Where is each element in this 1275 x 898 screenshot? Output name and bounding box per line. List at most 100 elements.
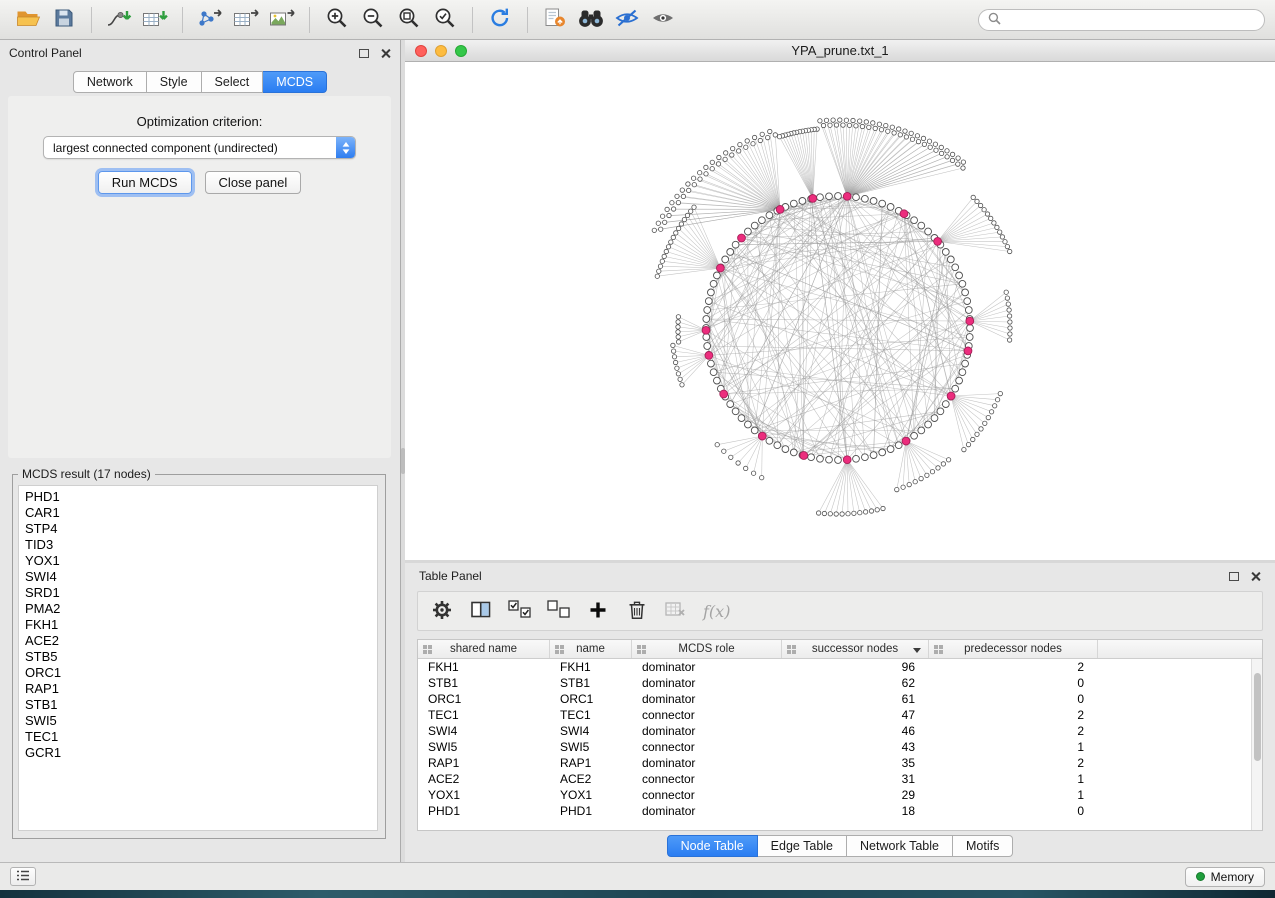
leaf-node[interactable] xyxy=(671,207,675,211)
leaf-node[interactable] xyxy=(760,132,764,136)
network-node[interactable] xyxy=(887,204,894,211)
network-window-titlebar[interactable]: YPA_prune.txt_1 xyxy=(405,40,1275,62)
network-node[interactable] xyxy=(710,369,717,376)
leaf-node[interactable] xyxy=(660,214,664,218)
zoom-in-button[interactable] xyxy=(319,4,355,36)
leaf-node[interactable] xyxy=(847,123,851,127)
network-node[interactable] xyxy=(959,280,966,287)
leaf-node[interactable] xyxy=(897,127,901,131)
leaf-node[interactable] xyxy=(658,264,662,268)
mcds-hub-node[interactable] xyxy=(947,392,955,400)
network-node[interactable] xyxy=(952,264,959,271)
network-node[interactable] xyxy=(870,452,877,459)
leaf-node[interactable] xyxy=(670,201,674,205)
leaf-node[interactable] xyxy=(890,125,894,129)
leaf-node[interactable] xyxy=(916,139,920,143)
leaf-node[interactable] xyxy=(934,148,938,152)
leaf-node[interactable] xyxy=(676,200,680,204)
mcds-hub-node[interactable] xyxy=(902,437,910,445)
leaf-node[interactable] xyxy=(768,129,772,133)
leaf-node[interactable] xyxy=(901,485,905,489)
leaf-node[interactable] xyxy=(752,135,756,139)
mcds-hub-node[interactable] xyxy=(800,452,808,460)
annotation-button[interactable] xyxy=(537,4,573,36)
leaf-node[interactable] xyxy=(689,209,693,213)
table-row[interactable]: STB1STB1dominator620 xyxy=(418,675,1262,691)
leaf-node[interactable] xyxy=(1007,314,1011,318)
network-node[interactable] xyxy=(704,343,711,350)
leaf-node[interactable] xyxy=(966,442,970,446)
leaf-node[interactable] xyxy=(945,155,949,159)
leaf-node[interactable] xyxy=(731,146,735,150)
import-table-button[interactable] xyxy=(137,4,173,36)
network-node[interactable] xyxy=(962,289,969,296)
sort-chevron-icon[interactable] xyxy=(913,648,921,653)
leaf-node[interactable] xyxy=(738,142,742,146)
leaf-node[interactable] xyxy=(909,131,913,135)
network-node[interactable] xyxy=(967,325,974,332)
table-tab-network-table[interactable]: Network Table xyxy=(847,835,953,857)
leaf-node[interactable] xyxy=(873,126,877,130)
criterion-dropdown[interactable]: largest connected component (undirected) xyxy=(43,136,356,159)
leaf-node[interactable] xyxy=(921,136,925,140)
leaf-node[interactable] xyxy=(685,213,689,217)
leaf-node[interactable] xyxy=(704,165,708,169)
leaf-node[interactable] xyxy=(834,512,838,516)
leaf-node[interactable] xyxy=(841,123,845,127)
leaf-node[interactable] xyxy=(903,129,907,133)
table-row[interactable]: SWI4SWI4dominator462 xyxy=(418,723,1262,739)
network-node[interactable] xyxy=(964,298,971,305)
network-node[interactable] xyxy=(965,307,972,314)
leaf-node[interactable] xyxy=(674,231,678,235)
mcds-result-item[interactable]: STB5 xyxy=(19,649,377,665)
leaf-node[interactable] xyxy=(910,137,914,141)
leaf-node[interactable] xyxy=(867,125,871,129)
network-node[interactable] xyxy=(862,454,869,461)
leaf-node[interactable] xyxy=(687,188,691,192)
leaf-node[interactable] xyxy=(915,134,919,138)
leaf-node[interactable] xyxy=(676,320,680,324)
leaf-node[interactable] xyxy=(956,156,960,160)
leaf-node[interactable] xyxy=(729,455,733,459)
column-header-shared-name[interactable]: shared name xyxy=(418,640,550,658)
minimize-window-icon[interactable] xyxy=(435,45,447,57)
mcds-hub-node[interactable] xyxy=(934,238,942,246)
network-node[interactable] xyxy=(870,198,877,205)
leaf-node[interactable] xyxy=(860,124,864,128)
leaf-node[interactable] xyxy=(898,133,902,137)
leaf-node[interactable] xyxy=(975,199,979,203)
search-box[interactable] xyxy=(978,9,1265,31)
leaf-node[interactable] xyxy=(659,227,663,231)
mcds-hub-node[interactable] xyxy=(717,264,725,272)
leaf-node[interactable] xyxy=(995,225,999,229)
leaf-node[interactable] xyxy=(962,447,966,451)
leaf-node[interactable] xyxy=(676,335,680,339)
tab-select[interactable]: Select xyxy=(202,71,264,93)
leaf-node[interactable] xyxy=(751,142,755,146)
close-mcds-panel-button[interactable]: Close panel xyxy=(205,171,302,194)
leaf-node[interactable] xyxy=(652,228,656,232)
leaf-node[interactable] xyxy=(879,128,883,132)
leaf-node[interactable] xyxy=(950,158,954,162)
network-node[interactable] xyxy=(956,377,963,384)
leaf-node[interactable] xyxy=(978,203,982,207)
leaf-node[interactable] xyxy=(679,222,683,226)
leaf-node[interactable] xyxy=(854,124,858,128)
network-node[interactable] xyxy=(911,217,918,224)
zoom-selected-button[interactable] xyxy=(427,4,463,36)
leaf-node[interactable] xyxy=(961,166,965,170)
network-node[interactable] xyxy=(751,222,758,229)
network-node[interactable] xyxy=(942,401,949,408)
leaf-node[interactable] xyxy=(669,240,673,244)
leaf-node[interactable] xyxy=(680,188,684,192)
network-node[interactable] xyxy=(879,200,886,207)
network-node[interactable] xyxy=(708,360,715,367)
mcds-hub-node[interactable] xyxy=(758,432,766,440)
leaf-node[interactable] xyxy=(913,480,917,484)
leaf-node[interactable] xyxy=(682,217,686,221)
leaf-node[interactable] xyxy=(869,509,873,513)
zoom-out-button[interactable] xyxy=(355,4,391,36)
leaf-node[interactable] xyxy=(1008,332,1012,336)
leaf-node[interactable] xyxy=(922,142,926,146)
network-node[interactable] xyxy=(738,415,745,422)
